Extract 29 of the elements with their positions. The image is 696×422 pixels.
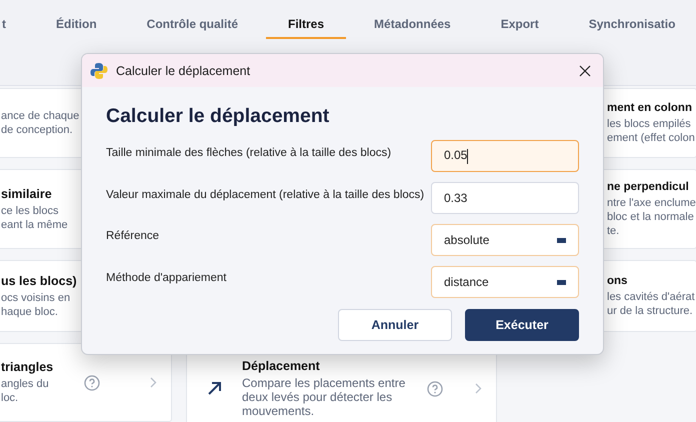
card-description: ce les blocs bbox=[1, 204, 58, 218]
field-label: Valeur maximale du déplacement (relative à la taille des blocs) bbox=[106, 188, 424, 201]
card-description: ocs voisins en bbox=[1, 290, 70, 304]
field-label: Référence bbox=[106, 229, 160, 242]
card-description: angles du bbox=[1, 377, 49, 391]
card-title: ons bbox=[607, 274, 628, 286]
card-description: ement (effet colon bbox=[607, 130, 695, 144]
card-description: eant la même bbox=[1, 218, 68, 232]
field-label: Méthode d'appariement bbox=[106, 271, 226, 284]
card-title: Déplacement bbox=[242, 359, 320, 373]
card-title: ne perpendicul bbox=[607, 180, 689, 192]
card-description: de conception. bbox=[1, 123, 73, 137]
card-title: similaire bbox=[1, 186, 52, 200]
card-description: les cavités d'aérat bbox=[607, 290, 695, 304]
card-description: ance de chaque bbox=[1, 109, 80, 123]
card-title: triangles bbox=[1, 360, 54, 374]
card-description: ntre l'axe enclume bbox=[607, 196, 696, 210]
dialog-heading: Calculer le déplacement bbox=[106, 105, 330, 128]
card-description: Compare les placements entre deux levés pour détecter les mouvements. bbox=[242, 376, 406, 418]
card-description: ur de la structure. bbox=[607, 304, 693, 318]
card-description: les blocs empilés bbox=[607, 116, 691, 130]
field-label: Taille minimale des flèches (relative à la taille des blocs) bbox=[106, 146, 392, 159]
card-description: te. bbox=[607, 224, 620, 238]
card-description: bloc et la normale bbox=[607, 210, 694, 224]
window-title: Calculer le déplacement bbox=[116, 64, 252, 78]
card-title: us les blocs) bbox=[1, 274, 77, 288]
card-title: ment en colonn bbox=[607, 102, 692, 114]
card-description: haque bloc. bbox=[1, 304, 58, 318]
card-description: loc. bbox=[1, 391, 18, 405]
